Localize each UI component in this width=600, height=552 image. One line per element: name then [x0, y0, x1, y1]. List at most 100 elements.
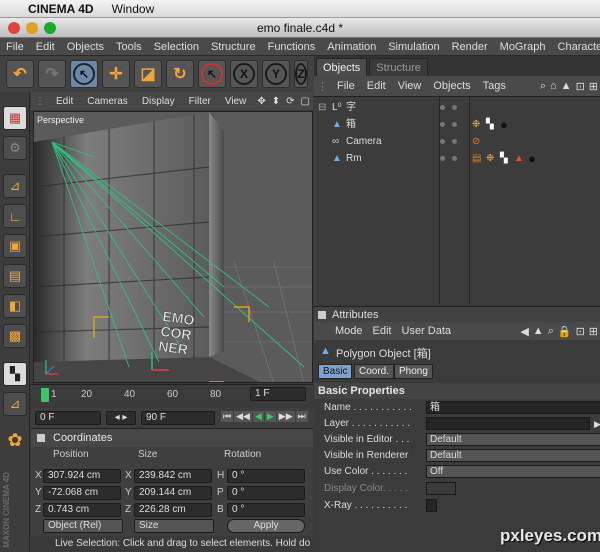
- perspective-viewport[interactable]: EMO COR NER Perspective: [33, 111, 313, 383]
- menu-file[interactable]: File: [0, 41, 30, 53]
- editor-visibility-dot[interactable]: [440, 156, 445, 161]
- points-mode-icon[interactable]: ∟: [3, 204, 27, 228]
- objects-add-icon[interactable]: ⊞: [587, 80, 600, 93]
- current-frame-field[interactable]: 1 F: [250, 387, 306, 401]
- menu-simulation[interactable]: Simulation: [382, 41, 445, 53]
- end-frame-field[interactable]: 90 F: [141, 411, 215, 425]
- size-mode-dropdown[interactable]: Size: [134, 519, 214, 533]
- play-forward-icon[interactable]: ▶: [264, 411, 276, 422]
- menu-render[interactable]: Render: [446, 41, 494, 53]
- checkerboard-icon[interactable]: ▚: [3, 362, 27, 386]
- menu-structure[interactable]: Structure: [205, 41, 262, 53]
- objects-home-icon[interactable]: ⌂: [548, 80, 559, 92]
- play-backward-icon[interactable]: ◀: [252, 411, 264, 422]
- goto-start-icon[interactable]: ⏮: [221, 411, 234, 422]
- window-menu[interactable]: Window: [112, 2, 155, 16]
- menu-mograph[interactable]: MoGraph: [494, 41, 552, 53]
- attributes-back-icon[interactable]: ◀: [518, 325, 530, 338]
- objects-search-icon[interactable]: ⌕: [538, 80, 548, 93]
- playhead-marker[interactable]: [41, 388, 49, 402]
- x-axis-lock-button[interactable]: X: [230, 60, 258, 88]
- objects-menu-file[interactable]: File: [331, 80, 361, 92]
- zoom-window-icon[interactable]: [44, 22, 56, 34]
- menu-edit[interactable]: Edit: [30, 41, 61, 53]
- layer-field[interactable]: [426, 417, 590, 430]
- size-x-field[interactable]: 239.842 cm: [134, 469, 212, 483]
- viewport-menu-filter[interactable]: Filter: [182, 96, 218, 107]
- edges-mode-icon[interactable]: ▣: [3, 234, 27, 258]
- objects-menu-view[interactable]: View: [392, 80, 428, 92]
- minimize-window-icon[interactable]: [26, 22, 38, 34]
- tab-coord[interactable]: Coord.: [354, 364, 395, 379]
- objects-up-icon[interactable]: ▲: [559, 80, 574, 92]
- coordinate-mode-dropdown[interactable]: Object (Rel): [43, 519, 123, 533]
- undo-icon[interactable]: ↶: [6, 60, 34, 88]
- render-visibility-dot[interactable]: [452, 122, 457, 127]
- prev-key-icon[interactable]: ◀◀: [234, 411, 252, 422]
- workplane-icon[interactable]: ⊿: [3, 392, 27, 416]
- menu-animation[interactable]: Animation: [321, 41, 382, 53]
- position-x-field[interactable]: 307.924 cm: [43, 469, 121, 483]
- rotation-h-field[interactable]: 0 °: [227, 469, 305, 483]
- layer-arrow-icon[interactable]: ▶: [594, 417, 600, 432]
- redo-icon[interactable]: ↷: [38, 60, 66, 88]
- texture-mode-icon[interactable]: ⚙: [3, 136, 27, 160]
- objects-menu-edit[interactable]: Edit: [361, 80, 392, 92]
- attributes-menu-edit[interactable]: Edit: [368, 325, 397, 337]
- menu-functions[interactable]: Functions: [262, 41, 322, 53]
- position-y-field[interactable]: -72.068 cm: [43, 486, 121, 500]
- rotation-p-field[interactable]: 0 °: [227, 486, 305, 500]
- attributes-add-icon[interactable]: ⊞: [587, 325, 600, 338]
- size-y-field[interactable]: 209.144 cm: [134, 486, 212, 500]
- rotation-b-field[interactable]: 0 °: [227, 503, 305, 517]
- size-z-field[interactable]: 226.28 cm: [134, 503, 212, 517]
- viewport-zoom-icon[interactable]: ⬍: [269, 96, 283, 107]
- objects-menu-tags[interactable]: Tags: [477, 80, 512, 92]
- compositing-tag-icon[interactable]: ▤: [472, 150, 481, 167]
- viewport-maximize-icon[interactable]: ▢: [298, 96, 313, 107]
- viewport-menu-cameras[interactable]: Cameras: [80, 96, 135, 107]
- editor-visibility-dot[interactable]: [440, 105, 445, 110]
- timeline-ruler[interactable]: 1 20 40 60 80 1 F: [31, 384, 313, 404]
- use-color-dropdown[interactable]: Off: [426, 465, 600, 478]
- position-z-field[interactable]: 0.743 cm: [43, 503, 121, 517]
- editor-visibility-dot[interactable]: [440, 122, 445, 127]
- visible-in-renderer-dropdown[interactable]: Default: [426, 449, 600, 462]
- next-key-icon[interactable]: ▶▶: [276, 411, 295, 422]
- render-visibility-dot[interactable]: [452, 105, 457, 110]
- menu-selection[interactable]: Selection: [148, 41, 205, 53]
- uv-polygons-icon[interactable]: ▩: [3, 324, 27, 348]
- tab-objects[interactable]: Objects: [316, 58, 368, 76]
- attributes-menu-userdata[interactable]: User Data: [397, 325, 457, 337]
- object-row[interactable]: ▲ 箱 ❉ ▚ ●: [314, 116, 600, 133]
- model-mode-icon[interactable]: ▦: [3, 106, 27, 130]
- scale-tool-icon[interactable]: ◪: [134, 60, 162, 88]
- attributes-search-icon[interactable]: ⌕: [546, 325, 556, 338]
- viewport-move-icon[interactable]: ✥: [254, 96, 268, 107]
- tab-phong[interactable]: Phong: [394, 364, 433, 379]
- attributes-new-icon[interactable]: ⊡: [574, 325, 587, 338]
- object-row[interactable]: ▲ Rm ▤ ❉ ▚ ▲ ●: [314, 150, 600, 167]
- app-name-menu[interactable]: CINEMA 4D: [28, 2, 94, 16]
- start-frame-field[interactable]: 0 F: [35, 411, 101, 425]
- phong-tag-icon[interactable]: ❉: [486, 150, 494, 167]
- protection-tag-icon[interactable]: ⊘: [472, 133, 480, 150]
- render-visibility-dot[interactable]: [452, 156, 457, 161]
- live-selection-icon[interactable]: ↖: [70, 60, 98, 88]
- objects-menu-objects[interactable]: Objects: [427, 80, 476, 92]
- rotate-tool-icon[interactable]: ↻: [166, 60, 194, 88]
- object-row[interactable]: ⊟ L⁰ 字: [314, 99, 600, 116]
- uvw-tag-icon[interactable]: ▚: [500, 150, 508, 167]
- material-tag-icon[interactable]: ●: [528, 150, 536, 167]
- modeling-axis-icon[interactable]: ✿: [3, 428, 27, 452]
- uvw-tag-icon[interactable]: ▚: [486, 116, 494, 133]
- z-axis-lock-button[interactable]: Z: [294, 60, 308, 88]
- polygons-mode-icon[interactable]: ▤: [3, 264, 27, 288]
- selection-tag-icon[interactable]: ▲: [514, 150, 524, 167]
- objects-new-icon[interactable]: ⊡: [574, 80, 587, 93]
- menu-objects[interactable]: Objects: [61, 41, 110, 53]
- editor-visibility-dot[interactable]: [440, 139, 445, 144]
- attributes-up-icon[interactable]: ▲: [531, 325, 546, 337]
- goto-end-icon[interactable]: ⏭: [295, 411, 308, 422]
- move-tool-icon[interactable]: ✛: [102, 60, 130, 88]
